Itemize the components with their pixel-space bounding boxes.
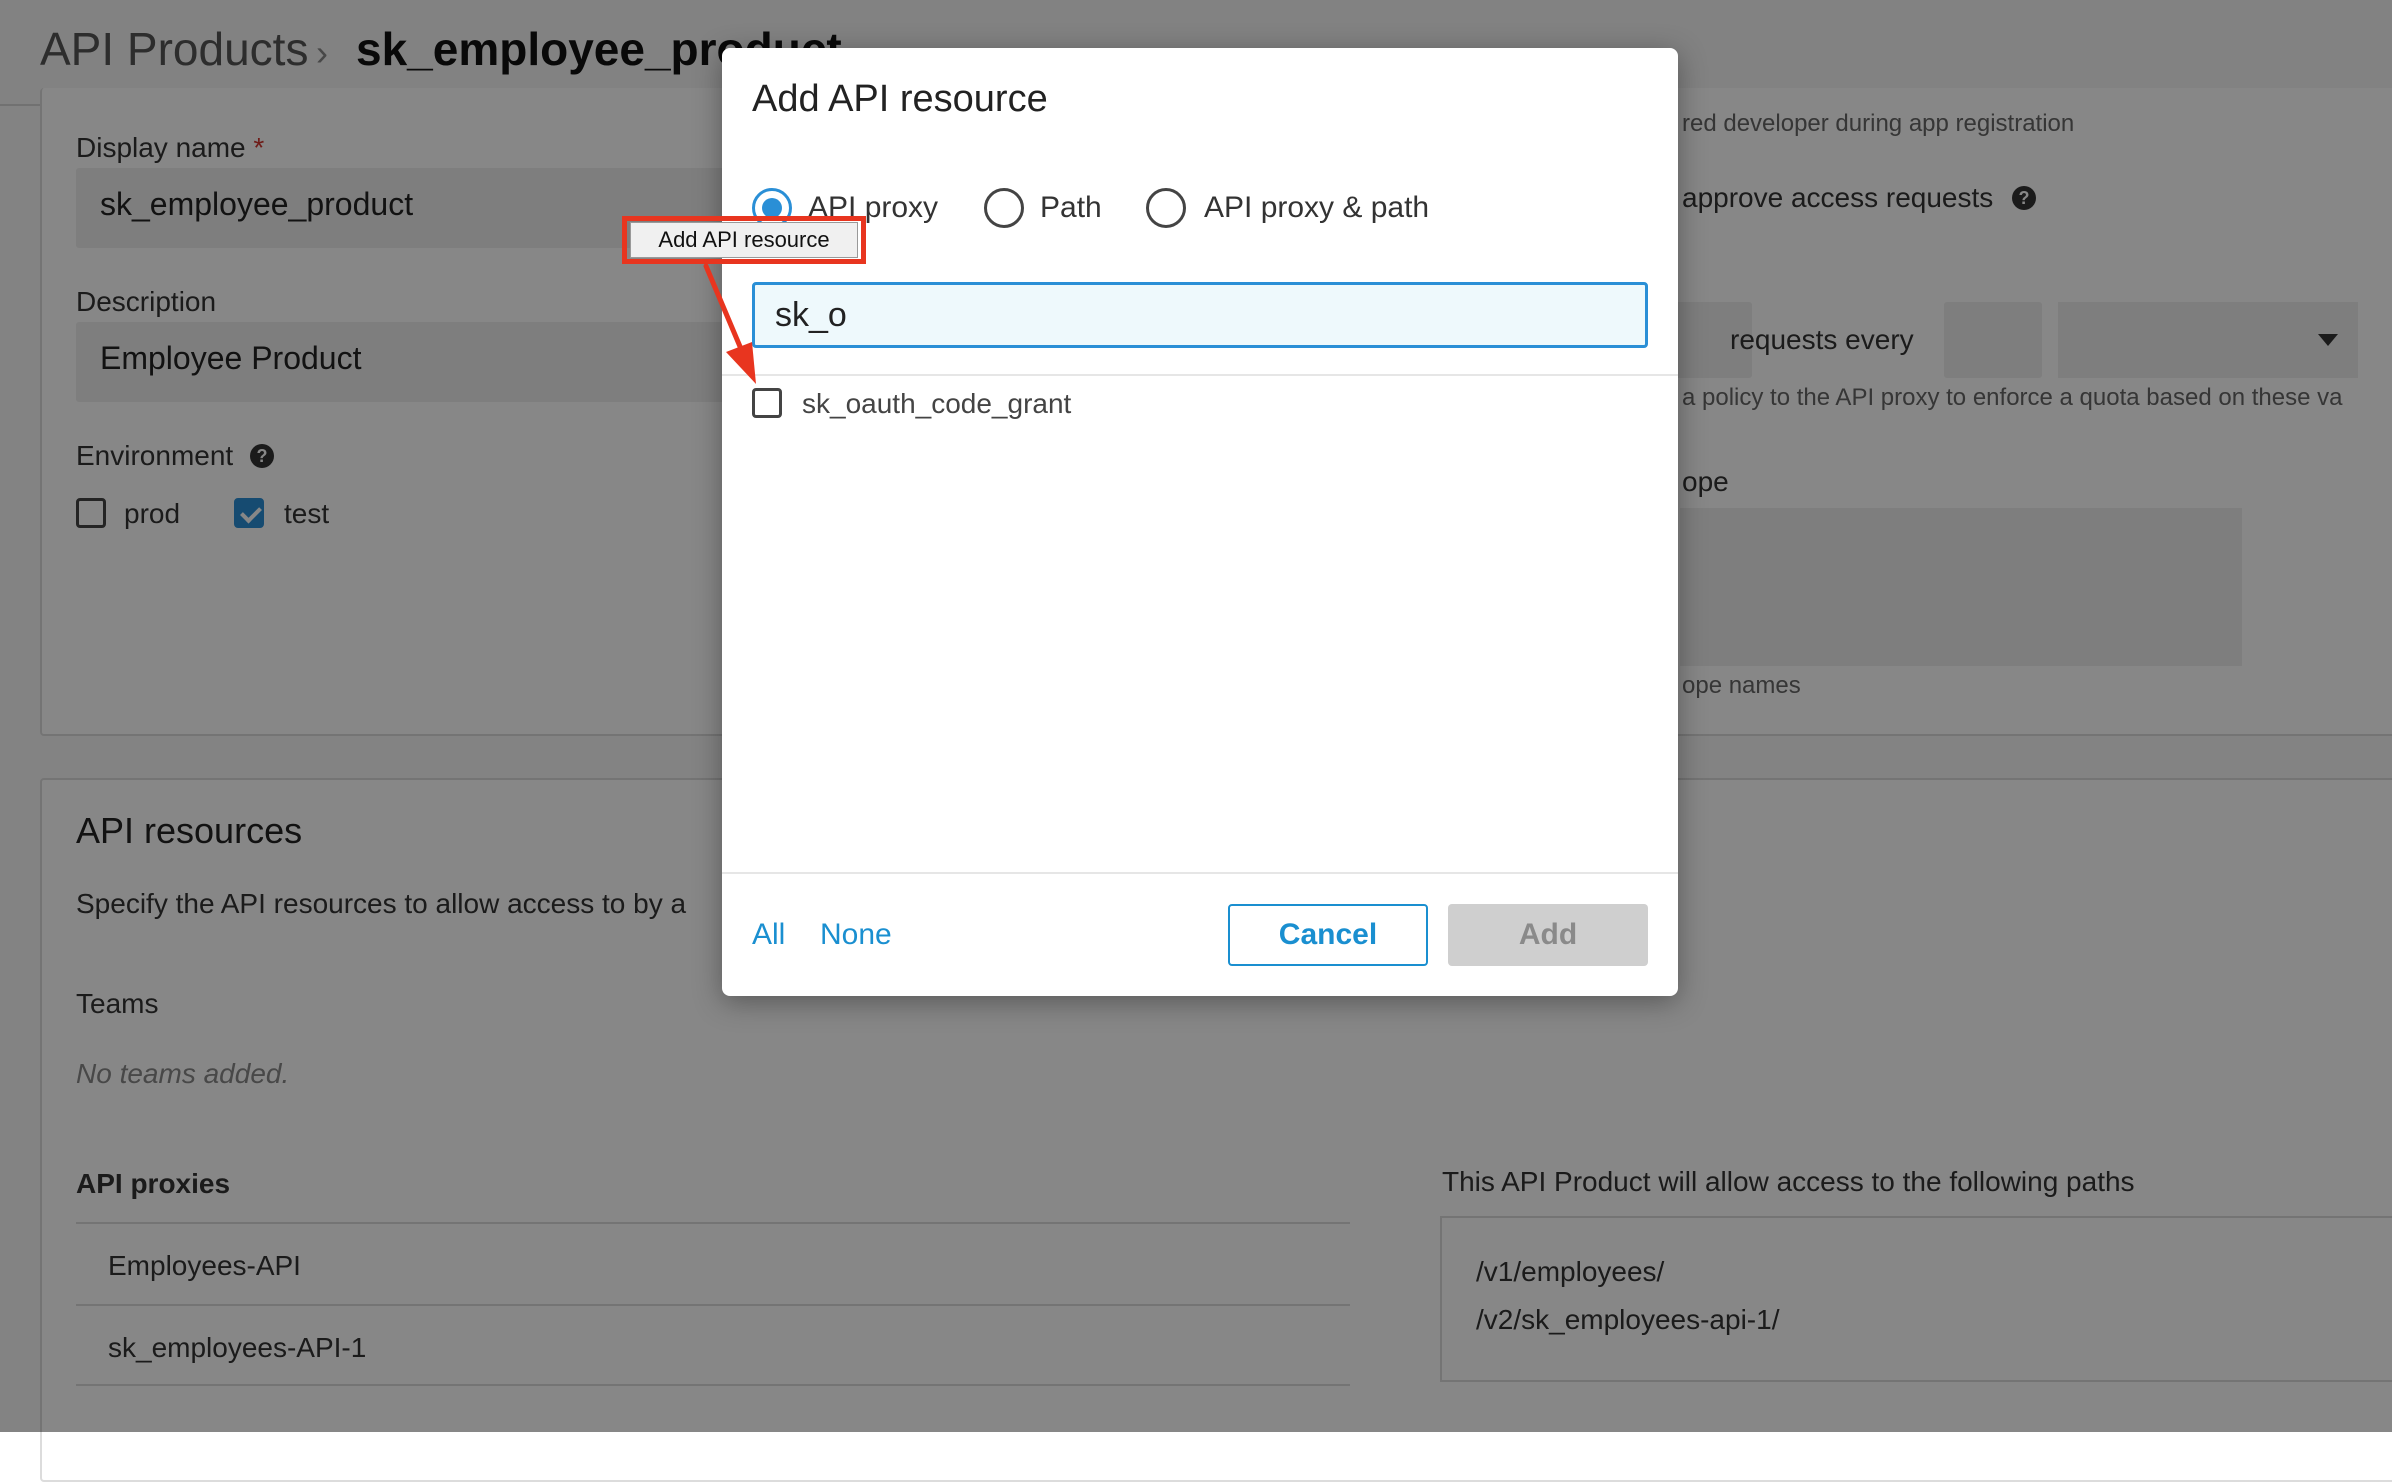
radio-api-proxy-and-path[interactable] bbox=[1146, 188, 1186, 228]
callout-highlight-box bbox=[622, 216, 866, 264]
add-api-resource-dialog: Add API resource API proxy Path API prox… bbox=[722, 48, 1678, 996]
radio-api-proxy-and-path-label[interactable]: API proxy & path bbox=[1204, 191, 1429, 225]
select-all-link[interactable]: All bbox=[752, 918, 785, 952]
select-none-link[interactable]: None bbox=[820, 918, 892, 952]
search-input[interactable] bbox=[752, 282, 1648, 348]
radio-path-label[interactable]: Path bbox=[1040, 191, 1102, 225]
radio-path[interactable] bbox=[984, 188, 1024, 228]
footer-divider bbox=[722, 872, 1678, 874]
cancel-button[interactable]: Cancel bbox=[1228, 904, 1428, 966]
results-divider bbox=[722, 374, 1678, 376]
dialog-title: Add API resource bbox=[752, 78, 1048, 120]
result-label[interactable]: sk_oauth_code_grant bbox=[802, 388, 1071, 420]
result-checkbox[interactable] bbox=[752, 388, 782, 418]
add-button[interactable]: Add bbox=[1448, 904, 1648, 966]
